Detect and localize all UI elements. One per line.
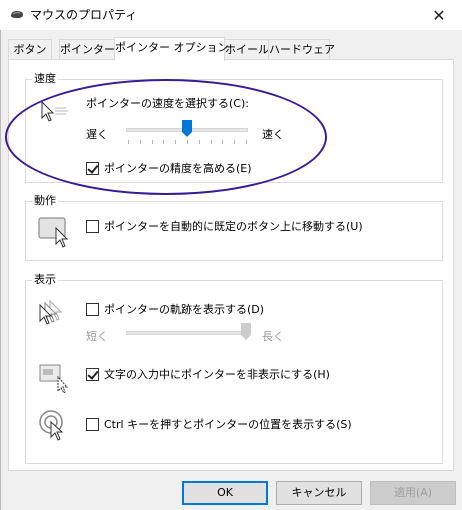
ok-button[interactable]: OK: [182, 481, 268, 505]
tab-pointers[interactable]: ポインター: [59, 39, 115, 60]
window-title: マウスのプロパティ: [30, 8, 138, 22]
speed-slider-tick: [140, 140, 141, 144]
trails-slider[interactable]: [124, 321, 254, 349]
speed-group: 速度 ポインターの速度を選択する(C): 遅く 速く ポインターの精度を高める(…: [25, 72, 443, 183]
trails-label: ポインターの軌跡を表示する(D): [104, 303, 265, 316]
speed-select-label: ポインターの速度を選択する(C):: [86, 97, 249, 110]
cancel-button[interactable]: キャンセル: [276, 481, 362, 505]
tab-panel: 速度 ポインターの速度を選択する(C): 遅く 速く ポインターの精度を高める(…: [8, 59, 454, 471]
speed-slider-tick: [211, 140, 212, 144]
motion-group: 動作 ポインターを自動的に既定のボタン上に移動する(U): [25, 194, 443, 261]
trails-long-label: 長く: [262, 330, 284, 343]
title-bar: マウスのプロパティ ✕: [0, 0, 462, 30]
speed-slider-tick: [222, 140, 223, 144]
tab-wheel[interactable]: ホイール: [224, 39, 269, 60]
ctrl-show-location-label: Ctrl キーを押すとポインターの位置を表示する(S): [104, 418, 352, 431]
trails-slider-thumb[interactable]: [241, 323, 251, 340]
speed-slow-label: 遅く: [86, 128, 108, 141]
tab-pointer-options[interactable]: ポインター オプション: [114, 37, 229, 61]
snap-to-checkbox[interactable]: [86, 220, 99, 233]
speed-slider-tick: [199, 140, 200, 144]
speed-slider-thumb[interactable]: [182, 120, 192, 137]
hide-while-typing-checkbox[interactable]: [86, 368, 99, 381]
speed-group-title: 速度: [32, 72, 58, 86]
close-button[interactable]: ✕: [416, 0, 462, 30]
speed-slider-tick: [128, 140, 129, 144]
speed-slider-tick: [175, 140, 176, 144]
tab-hardware[interactable]: ハードウェア: [268, 39, 335, 60]
speed-slider-tick: [163, 140, 164, 144]
mouse-icon: [11, 11, 23, 18]
apply-button[interactable]: 適用(A): [370, 481, 456, 505]
speed-slider-tick: [187, 140, 188, 144]
trails-slider-track: [126, 331, 250, 335]
ctrl-show-location-checkbox[interactable]: [86, 418, 99, 431]
show-location-icon: [39, 410, 64, 441]
speed-fast-label: 速く: [262, 128, 284, 141]
trails-short-label: 短く: [86, 330, 108, 343]
motion-group-title: 動作: [32, 194, 58, 208]
snap-to-button-icon: [38, 217, 69, 248]
trails-checkbox[interactable]: [86, 303, 99, 316]
speed-slider-tick: [246, 140, 247, 144]
speed-slider-tick: [234, 140, 235, 144]
speed-slider-tick: [152, 140, 153, 144]
visibility-group: 表示 ポインターの軌跡を表示する(D) 短く 長く 文字の入力中にポインターを非…: [25, 273, 443, 464]
precision-checkbox[interactable]: [86, 162, 99, 175]
window-border: [0, 30, 1, 510]
precision-label: ポインターの精度を高める(E): [104, 162, 252, 175]
pointer-speed-icon: [41, 100, 68, 122]
tab-buttons[interactable]: ボタン: [8, 39, 52, 60]
close-icon: ✕: [432, 5, 446, 25]
snap-to-label: ポインターを自動的に既定のボタン上に移動する(U): [104, 220, 363, 233]
visibility-group-title: 表示: [32, 273, 58, 287]
hide-pointer-icon: [39, 364, 69, 393]
speed-slider[interactable]: [124, 118, 250, 148]
pointer-trails-icon: [39, 299, 63, 325]
hide-while-typing-label: 文字の入力中にポインターを非表示にする(H): [104, 368, 330, 381]
